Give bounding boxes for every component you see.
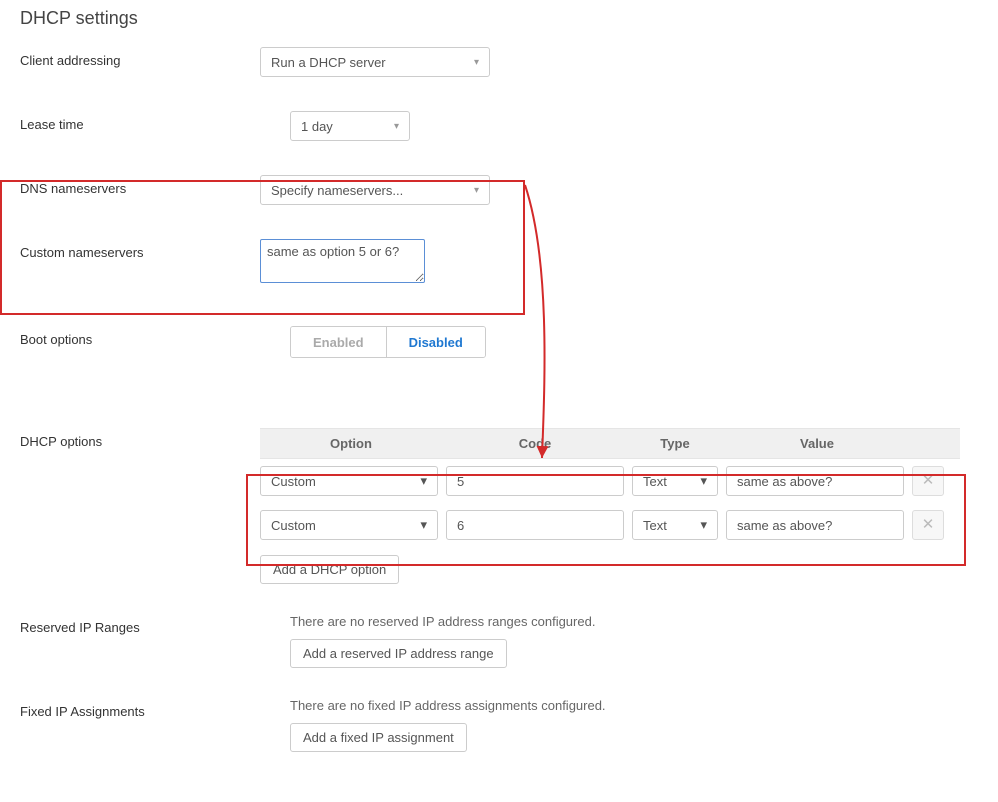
label-lease-time: Lease time	[20, 111, 260, 132]
dns-nameservers-dropdown[interactable]: Specify nameservers...	[260, 175, 490, 205]
header-value: Value	[722, 429, 912, 458]
label-custom-nameservers: Custom nameservers	[20, 239, 260, 260]
label-dhcp-options: DHCP options	[20, 428, 260, 449]
label-dns-nameservers: DNS nameservers	[20, 175, 260, 196]
label-boot-options: Boot options	[20, 326, 260, 347]
header-type: Type	[628, 429, 722, 458]
value-input[interactable]	[726, 510, 904, 540]
chevron-down-icon	[700, 517, 707, 533]
row-custom-nameservers: Custom nameservers	[20, 239, 978, 286]
reserved-ip-empty-text: There are no reserved IP address ranges …	[290, 614, 978, 629]
chevron-down-icon	[474, 185, 479, 196]
type-dropdown[interactable]: Text	[632, 510, 718, 540]
row-lease-time: Lease time 1 day	[20, 111, 978, 141]
chevron-down-icon	[394, 121, 399, 132]
row-boot-options: Boot options Enabled Disabled	[20, 326, 978, 358]
chevron-down-icon	[700, 473, 707, 489]
client-addressing-value: Run a DHCP server	[271, 55, 386, 70]
chevron-down-icon	[420, 473, 427, 489]
dhcp-option-row: Custom Text ✕	[260, 503, 960, 547]
delete-row-button[interactable]: ✕	[912, 510, 944, 540]
lease-time-dropdown[interactable]: 1 day	[290, 111, 410, 141]
value-input[interactable]	[726, 466, 904, 496]
page-title: DHCP settings	[20, 8, 978, 29]
row-dns-nameservers: DNS nameservers Specify nameservers...	[20, 175, 978, 205]
add-reserved-ip-button[interactable]: Add a reserved IP address range	[290, 639, 507, 668]
dhcp-option-row: Custom Text ✕	[260, 459, 960, 503]
row-client-addressing: Client addressing Run a DHCP server	[20, 47, 978, 77]
dns-nameservers-value: Specify nameservers...	[271, 183, 403, 198]
code-input[interactable]	[446, 510, 624, 540]
chevron-down-icon	[420, 517, 427, 533]
fixed-ip-empty-text: There are no fixed IP address assignment…	[290, 698, 978, 713]
chevron-down-icon	[474, 57, 479, 68]
option-value: Custom	[271, 474, 316, 489]
client-addressing-dropdown[interactable]: Run a DHCP server	[260, 47, 490, 77]
header-code: Code	[442, 429, 628, 458]
label-fixed-ip: Fixed IP Assignments	[20, 698, 260, 719]
delete-row-button[interactable]: ✕	[912, 466, 944, 496]
option-dropdown[interactable]: Custom	[260, 510, 438, 540]
row-dhcp-options: DHCP options Option Code Type Value Cust…	[20, 428, 978, 584]
row-fixed-ip: Fixed IP Assignments There are no fixed …	[20, 698, 978, 752]
add-fixed-ip-button[interactable]: Add a fixed IP assignment	[290, 723, 467, 752]
lease-time-value: 1 day	[301, 119, 333, 134]
option-dropdown[interactable]: Custom	[260, 466, 438, 496]
row-reserved-ip: Reserved IP Ranges There are no reserved…	[20, 614, 978, 668]
dhcp-options-table: Option Code Type Value Custom Text	[260, 428, 960, 547]
type-dropdown[interactable]: Text	[632, 466, 718, 496]
option-value: Custom	[271, 518, 316, 533]
label-client-addressing: Client addressing	[20, 47, 260, 68]
annotation-arrow	[520, 180, 580, 470]
type-value: Text	[643, 474, 667, 489]
code-input[interactable]	[446, 466, 624, 496]
close-icon: ✕	[922, 516, 935, 533]
dhcp-options-header: Option Code Type Value	[260, 428, 960, 459]
label-reserved-ip: Reserved IP Ranges	[20, 614, 260, 635]
type-value: Text	[643, 518, 667, 533]
add-dhcp-option-button[interactable]: Add a DHCP option	[260, 555, 399, 584]
boot-options-toggle: Enabled Disabled	[290, 326, 486, 358]
boot-disabled-button[interactable]: Disabled	[387, 327, 485, 357]
boot-enabled-button[interactable]: Enabled	[291, 327, 387, 357]
custom-nameservers-input[interactable]	[260, 239, 425, 283]
close-icon: ✕	[922, 472, 935, 489]
header-option: Option	[260, 429, 442, 458]
